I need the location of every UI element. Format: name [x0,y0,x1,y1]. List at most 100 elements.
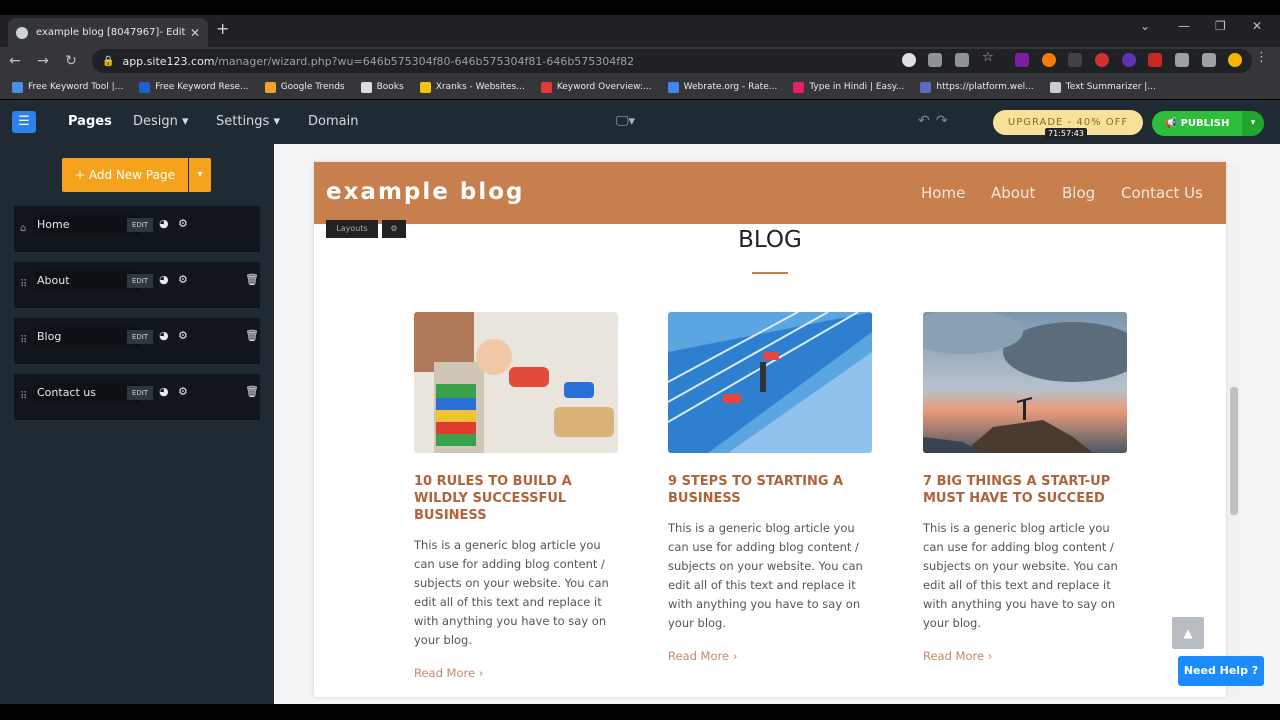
translate-icon[interactable] [928,53,942,67]
site-nav-home[interactable]: Home [921,184,965,202]
blog-post-title[interactable]: 9 STEPS TO STARTING A BUSINESS [668,473,872,507]
blog-post-title[interactable]: 10 RULES TO BUILD A WILDLY SUCCESSFUL BU… [414,473,618,524]
sidepanel-icon[interactable] [1202,53,1216,67]
palette-icon[interactable]: ◕ [159,329,169,342]
trash-icon[interactable]: 🗑 [245,273,259,286]
page-row-contact[interactable]: ⠿ Contact us EDIT ◕ ⚙ 🗑 [14,374,260,420]
close-window-icon[interactable]: ✕ [1252,19,1262,33]
bookmark-item[interactable]: Text Summarizer |... [1049,81,1156,93]
palette-icon[interactable]: ◕ [159,217,169,230]
blog-image-summit[interactable] [923,312,1127,453]
scrollbar-thumb[interactable] [1230,387,1238,515]
section-settings-icon[interactable]: ⚙ [382,220,406,238]
site-brand[interactable]: example blog [326,179,525,205]
menu-pages[interactable]: Pages [68,114,112,129]
restore-icon[interactable]: ❐ [1215,19,1226,33]
edit-page-button[interactable]: EDIT [127,218,153,232]
avatar[interactable] [1228,53,1242,67]
palette-icon[interactable]: ◕ [159,273,169,286]
preview-scrollbar[interactable] [1228,162,1240,697]
bookmark-item[interactable]: Google Trends [264,81,345,93]
new-tab-button[interactable]: + [216,19,229,38]
google-icon[interactable] [902,53,916,67]
bookmark-star-icon[interactable]: ☆ [982,50,996,65]
add-page-dropdown-button[interactable]: ▾ [189,158,211,192]
bookmark-item[interactable]: Free Keyword Tool |... [12,81,123,93]
extension-icon[interactable] [1015,53,1029,67]
read-more-link[interactable]: Read More › [668,649,872,663]
page-name[interactable]: Blog [34,327,140,347]
forward-icon[interactable]: → [30,53,56,69]
trash-icon[interactable]: 🗑 [245,385,259,398]
read-more-link[interactable]: Read More › [414,666,618,680]
extension-icon[interactable] [1148,53,1162,67]
bookmark-item[interactable]: Books [360,81,404,93]
undo-icon[interactable]: ↶ [918,113,930,129]
bookmark-favicon-icon [139,81,151,93]
site-nav-blog[interactable]: Blog [1062,184,1095,202]
blog-image-blocks[interactable] [414,312,618,453]
bookmark-favicon-icon [793,81,805,93]
extension-icon[interactable] [1122,53,1136,67]
gear-icon[interactable]: ⚙ [178,329,188,342]
bookmark-favicon-icon [360,81,372,93]
extension-icon[interactable] [1095,53,1109,67]
redo-icon[interactable]: ↷ [936,113,948,129]
back-icon[interactable]: ← [2,53,28,69]
scroll-to-top-button[interactable]: ▲ [1172,617,1204,649]
publish-button[interactable]: 📢 PUBLISH [1152,111,1242,136]
site-nav-about[interactable]: About [991,184,1035,202]
bookmark-item[interactable]: Keyword Overview:... [540,81,652,93]
browser-tab[interactable]: example blog [8047967]- Editor ✕ [8,18,208,47]
minimize-icon[interactable]: — [1178,19,1190,33]
gear-icon[interactable]: ⚙ [178,273,188,286]
reload-icon[interactable]: ↻ [58,53,84,69]
close-tab-icon[interactable]: ✕ [190,26,200,40]
bookmark-item[interactable]: https://platform.wel... [920,81,1034,93]
blog-card[interactable]: 10 RULES TO BUILD A WILDLY SUCCESSFUL BU… [414,312,618,680]
bookmark-label: Text Summarizer |... [1065,82,1156,92]
bookmark-item[interactable]: Xranks - Websites... [419,81,525,93]
extension-icon[interactable] [1068,53,1082,67]
menu-design[interactable]: Design ▾ [133,114,189,129]
blog-card[interactable]: 9 STEPS TO STARTING A BUSINESS This is a… [668,312,872,663]
bookmark-item[interactable]: Webrate.org - Rate... [667,81,777,93]
gear-icon[interactable]: ⚙ [178,385,188,398]
blog-card[interactable]: 7 BIG THINGS A START-UP MUST HAVE TO SUC… [923,312,1127,663]
kebab-menu-icon[interactable]: ⋮ [1255,50,1269,65]
trash-icon[interactable]: 🗑 [245,329,259,342]
page-name[interactable]: Contact us [34,383,140,403]
page-row-blog[interactable]: ⠿ Blog EDIT ◕ ⚙ 🗑 [14,318,260,364]
blog-post-title[interactable]: 7 BIG THINGS A START-UP MUST HAVE TO SUC… [923,473,1127,507]
read-more-link[interactable]: Read More › [923,649,1127,663]
edit-page-button[interactable]: EDIT [127,274,153,288]
tab-search-icon[interactable]: ⌄ [1140,19,1150,33]
extension-icon[interactable] [1042,53,1056,67]
bookmark-item[interactable]: Free Keyword Rese... [139,81,249,93]
bookmark-item[interactable]: Type in Hindi | Easy... [793,81,904,93]
drag-handle-icon[interactable]: ⠿ [20,279,27,290]
gear-icon[interactable]: ⚙ [178,217,188,230]
drag-handle-icon[interactable]: ⠿ [20,335,27,346]
page-row-about[interactable]: ⠿ About EDIT ◕ ⚙ 🗑 [14,262,260,308]
need-help-button[interactable]: Need Help ? [1178,656,1264,686]
edit-page-button[interactable]: EDIT [127,330,153,344]
site-nav-contact[interactable]: Contact Us [1121,184,1203,202]
share-icon[interactable] [955,53,969,67]
hamburger-menu-icon[interactable]: ☰ [12,111,36,133]
page-name[interactable]: Home [34,215,140,235]
home-icon: ⌂ [20,223,27,234]
layouts-button[interactable]: Layouts [326,220,378,238]
add-new-page-button[interactable]: + Add New Page [62,158,188,192]
drag-handle-icon[interactable]: ⠿ [20,391,27,402]
bookmark-label: Xranks - Websites... [435,82,525,92]
puzzle-icon[interactable] [1175,53,1189,67]
menu-settings[interactable]: Settings ▾ [216,114,280,129]
menu-domain[interactable]: Domain [308,114,358,129]
blog-image-stairs[interactable] [668,312,872,453]
edit-page-button[interactable]: EDIT [127,386,153,400]
page-row-home[interactable]: ⌂ Home EDIT ◕ ⚙ [14,206,260,252]
device-preview-icon[interactable]: 🖵▾ [616,114,635,129]
page-name[interactable]: About [34,271,140,291]
palette-icon[interactable]: ◕ [159,385,169,398]
